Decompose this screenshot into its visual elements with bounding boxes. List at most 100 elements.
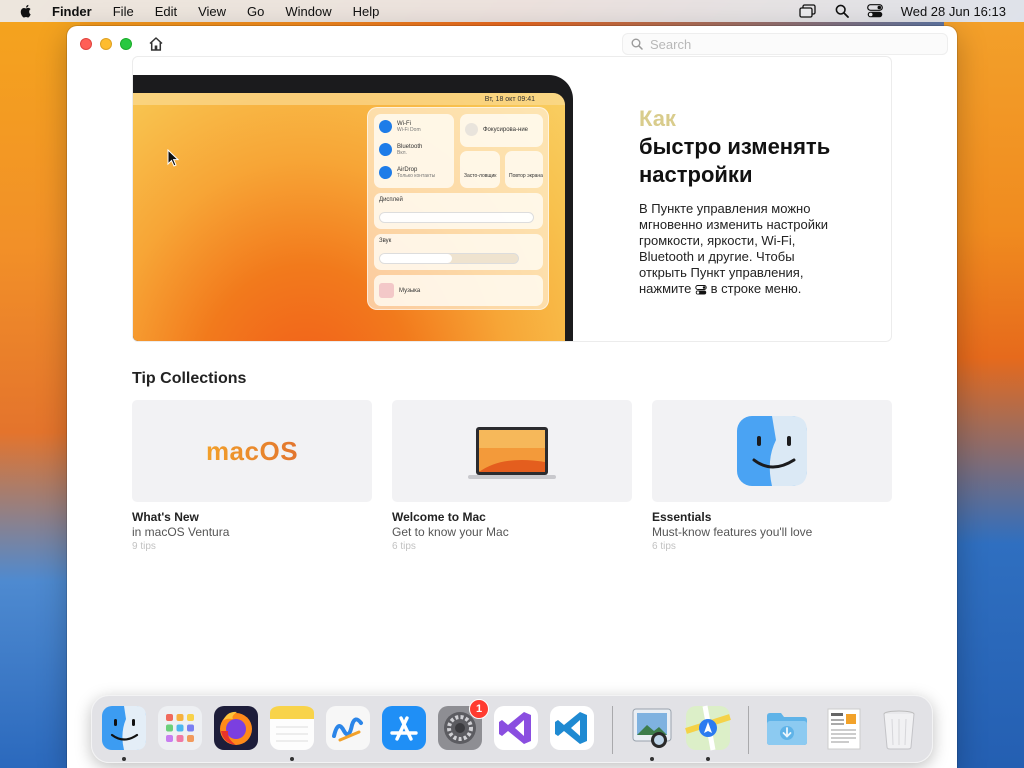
menu-help[interactable]: Help	[353, 4, 380, 19]
collection-name: Essentials	[652, 510, 712, 524]
macbook-icon	[468, 427, 556, 479]
trash-icon[interactable]	[876, 705, 922, 751]
tips-window: Search Вт, 18 окт 09:41 Wi-Fi Wi-Fi Dom	[67, 26, 957, 768]
laptop-screen: Вт, 18 окт 09:41 Wi-Fi Wi-Fi Dom Bluetoo…	[133, 93, 565, 341]
visual-studio-icon[interactable]	[493, 705, 539, 751]
minimize-button[interactable]	[100, 38, 112, 50]
stage-manager-label: Засто-ловщик	[464, 173, 497, 179]
featured-tip-title-2: настройки	[639, 162, 753, 187]
body-line: нажмите в строке меню.	[639, 281, 879, 297]
app-store-icon[interactable]	[381, 705, 427, 751]
bluetooth-icon	[379, 143, 392, 156]
featured-tip-text: Как быстро изменять настройки В Пункте у…	[639, 105, 879, 297]
connectivity-module: Wi-Fi Wi-Fi Dom Bluetooth Вкл. AirDrop Т…	[374, 114, 454, 188]
screen-mirroring-icon[interactable]	[799, 4, 817, 18]
airdrop-status: Только контакты	[397, 172, 436, 179]
menu-go[interactable]: Go	[247, 4, 264, 19]
collection-tile-essentials[interactable]: Essentials Must-know features you'll lov…	[652, 400, 892, 552]
body-line: Bluetooth и другие. Чтобы	[639, 249, 795, 264]
menu-view[interactable]: View	[198, 4, 226, 19]
collection-tile-whats-new[interactable]: macOS What's New in macOS Ventura 9 tips	[132, 400, 372, 552]
search-field[interactable]: Search	[622, 33, 948, 55]
downloads-folder-icon[interactable]	[764, 705, 810, 751]
bluetooth-label: Bluetooth	[397, 143, 423, 150]
volume-slider	[379, 253, 519, 264]
menu-file[interactable]: File	[113, 4, 134, 19]
body-line-pre: нажмите	[639, 281, 692, 296]
maps-icon[interactable]	[685, 705, 731, 751]
finder-face-icon	[737, 416, 807, 486]
collection-subtitle: in macOS Ventura	[132, 525, 230, 539]
launchpad-icon[interactable]	[157, 705, 203, 751]
collection-tile-welcome[interactable]: Welcome to Mac Get to know your Mac 6 ti…	[392, 400, 632, 552]
zoom-button[interactable]	[120, 38, 132, 50]
vscode-icon[interactable]	[549, 705, 595, 751]
screen-menu-bar: Вт, 18 окт 09:41	[133, 93, 565, 105]
finder-running-indicator	[122, 757, 126, 761]
music-artwork	[379, 283, 394, 298]
featured-tip-title-1: быстро изменять	[639, 134, 831, 159]
menu-clock[interactable]: Wed 28 Jun 16:13	[901, 4, 1006, 19]
brightness-slider	[379, 212, 534, 223]
screen-clock: Вт, 18 окт 09:41	[484, 95, 535, 103]
body-line: мгновенно изменить настройки	[639, 217, 828, 232]
music-label: Музыка	[399, 287, 421, 294]
screen-mirroring-module: Повтор экрана	[505, 151, 543, 188]
home-icon[interactable]	[147, 35, 165, 53]
macos-logo: macOS	[132, 436, 372, 467]
collection-tip-count: 9 tips	[132, 541, 156, 552]
bluetooth-status: Вкл.	[397, 149, 407, 156]
body-line-post: в строке меню.	[710, 281, 802, 296]
laptop-illustration: Вт, 18 окт 09:41 Wi-Fi Wi-Fi Dom Bluetoo…	[133, 75, 573, 341]
close-button[interactable]	[80, 38, 92, 50]
dock-separator	[748, 706, 749, 754]
mouse-pointer-icon	[167, 149, 179, 167]
collection-thumbnail: macOS	[132, 400, 372, 502]
preview-icon[interactable]	[629, 705, 675, 751]
body-line: открыть Пункт управления,	[639, 265, 804, 280]
apple-menu-icon[interactable]	[18, 3, 34, 19]
search-placeholder: Search	[650, 36, 692, 52]
display-module: Дисплей	[374, 193, 543, 229]
body-line: громкости, яркости, Wi-Fi,	[639, 233, 796, 248]
search-icon	[631, 38, 643, 50]
body-line: В Пункте управления можно	[639, 201, 811, 216]
menu-bar: Finder File Edit View Go Window Help Wed…	[0, 0, 1024, 22]
sound-module: Звук	[374, 234, 543, 270]
sound-label: Звук	[379, 238, 392, 244]
document-stack-icon[interactable]	[820, 705, 866, 751]
display-label: Дисплей	[379, 197, 403, 203]
menu-window[interactable]: Window	[285, 4, 331, 19]
moon-icon	[465, 123, 478, 136]
focus-label: Фокусирова-ние	[483, 126, 529, 133]
firefox-icon[interactable]	[213, 705, 259, 751]
freeform-icon[interactable]	[325, 705, 371, 751]
collection-name: Welcome to Mac	[392, 510, 486, 524]
menu-edit[interactable]: Edit	[155, 4, 177, 19]
dock: 1	[91, 695, 933, 763]
stage-manager-module: Засто-ловщик	[460, 151, 500, 188]
airdrop-icon	[379, 166, 392, 179]
maps-running-indicator	[706, 757, 710, 761]
featured-tip-card[interactable]: Вт, 18 окт 09:41 Wi-Fi Wi-Fi Dom Bluetoo…	[132, 56, 892, 342]
spotlight-search-icon[interactable]	[835, 4, 849, 18]
wifi-network: Wi-Fi Dom	[397, 126, 421, 133]
collection-subtitle: Must-know features you'll love	[652, 525, 813, 539]
control-center-inline-icon	[695, 284, 707, 295]
collection-thumbnail	[652, 400, 892, 502]
screen-mirroring-label: Повтор экрана	[509, 173, 543, 179]
collection-tip-count: 6 tips	[652, 541, 676, 552]
wifi-icon	[379, 120, 392, 133]
notes-icon[interactable]	[269, 705, 315, 751]
finder-icon[interactable]	[101, 705, 147, 751]
collection-subtitle: Get to know your Mac	[392, 525, 509, 539]
collection-thumbnail	[392, 400, 632, 502]
notes-running-indicator	[290, 757, 294, 761]
dock-separator	[612, 706, 613, 754]
settings-notification-badge: 1	[469, 699, 489, 719]
menu-app-name[interactable]: Finder	[52, 4, 92, 19]
featured-tip-body: В Пункте управления можно мгновенно изме…	[639, 201, 879, 297]
control-center-panel: Wi-Fi Wi-Fi Dom Bluetooth Вкл. AirDrop Т…	[367, 107, 549, 310]
control-center-icon[interactable]	[866, 4, 883, 18]
tip-collections-heading: Tip Collections	[132, 370, 247, 387]
